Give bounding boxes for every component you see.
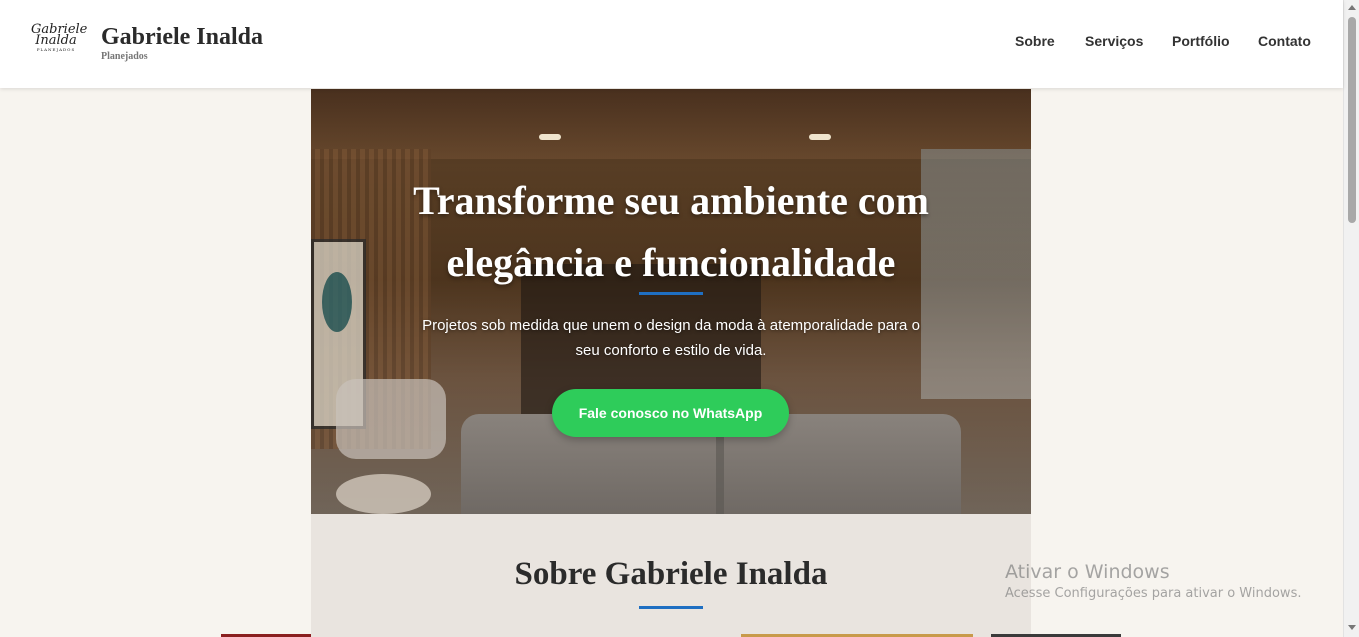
hero-divider	[639, 292, 703, 295]
sofa-seam	[716, 434, 724, 514]
nav-link-servicos[interactable]: Serviços	[1085, 33, 1143, 49]
hero-text-line-2: seu conforto e estilo de vida.	[575, 342, 767, 359]
hero-banner	[311, 89, 1031, 514]
nav-link-sobre[interactable]: Sobre	[1015, 33, 1055, 49]
windows-activation-title: Ativar o Windows	[1005, 561, 1170, 583]
hero-description: Projetos sob medida que unem o design da…	[381, 313, 961, 363]
site-header: Gabriele Inalda PLANEJADOS Gabriele Inal…	[0, 0, 1343, 88]
page-scrollbar[interactable]	[1343, 0, 1359, 637]
whatsapp-button[interactable]: Fale conosco no WhatsApp	[552, 389, 789, 437]
hero-text-line-1: Projetos sob medida que unem o design da…	[422, 317, 920, 334]
brand-title[interactable]: Gabriele Inalda	[101, 24, 263, 51]
brand-subtitle: Planejados	[101, 51, 148, 62]
ceiling-light	[539, 134, 561, 140]
side-table	[336, 474, 431, 514]
logo-line-2: Inalda	[35, 33, 77, 48]
hero-title-line-2: elegância e funcionalidade	[446, 240, 896, 285]
armchair	[336, 379, 446, 459]
scrollbar-thumb[interactable]	[1348, 17, 1356, 223]
scroll-up-arrow-icon[interactable]	[1348, 5, 1356, 10]
scroll-down-arrow-icon[interactable]	[1348, 625, 1356, 630]
windows-activation-text: Acesse Configurações para ativar o Windo…	[1005, 586, 1302, 601]
nav-link-contato[interactable]: Contato	[1258, 33, 1311, 49]
nav-link-portfolio[interactable]: Portfólio	[1172, 33, 1230, 49]
hero-title-line-1: Transforme seu ambiente com	[413, 178, 929, 223]
ceiling-light	[809, 134, 831, 140]
hero-title: Transforme seu ambiente com elegância e …	[311, 170, 1031, 294]
logo-line-3: PLANEJADOS	[36, 47, 76, 52]
about-title: Sobre Gabriele Inalda	[514, 556, 828, 592]
brand-logo[interactable]: Gabriele Inalda PLANEJADOS	[31, 23, 87, 60]
about-divider	[639, 606, 703, 609]
